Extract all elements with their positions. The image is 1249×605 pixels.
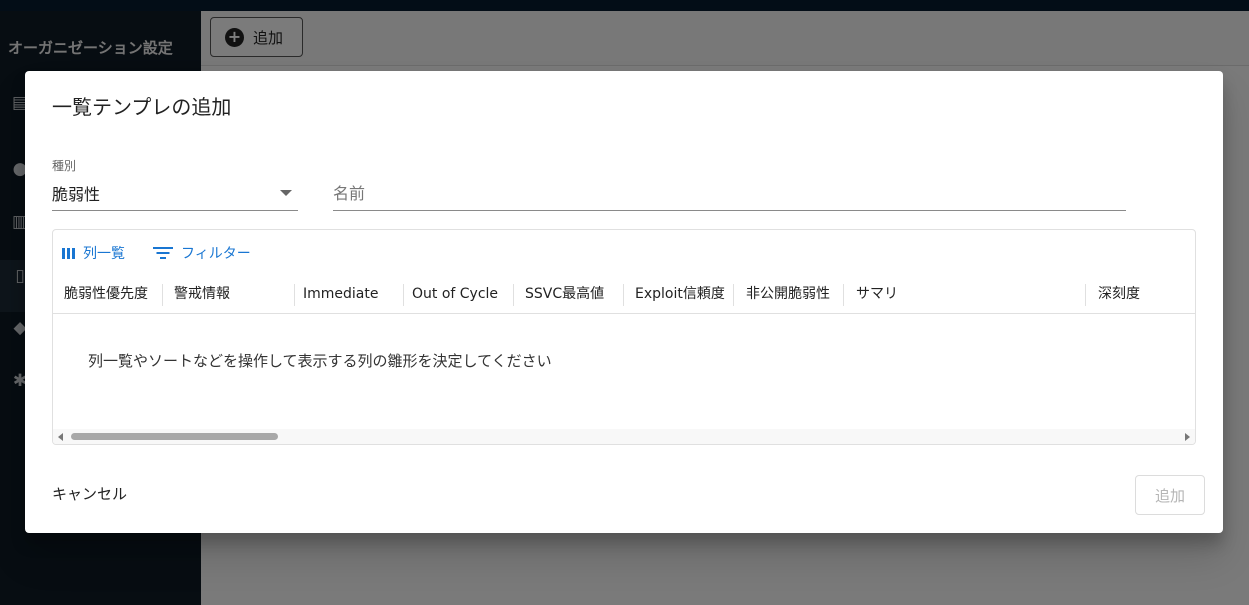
column-separator[interactable] [843, 284, 844, 306]
column-header[interactable]: 深刻度 [1087, 274, 1195, 314]
column-header[interactable]: SSVC最高値 [514, 274, 624, 314]
submit-add-button[interactable]: 追加 [1135, 475, 1205, 515]
column-header[interactable]: Exploit信頼度 [624, 274, 734, 314]
filter-button[interactable]: フィルター [153, 242, 251, 264]
columns-grid: 列一覧 フィルター 脆弱性優先度 警戒情報 Immediate Out of C… [52, 229, 1196, 445]
column-header[interactable]: サマリ [845, 274, 1085, 314]
view-column-icon [62, 247, 75, 259]
columns-button[interactable]: 列一覧 [62, 242, 125, 264]
filter-icon [153, 246, 173, 260]
dialog-title: 一覧テンプレの追加 [52, 95, 232, 119]
filter-button-label: フィルター [181, 246, 251, 262]
column-header[interactable]: 脆弱性優先度 [53, 274, 162, 314]
column-header[interactable]: Immediate [292, 274, 402, 314]
add-list-template-dialog: 一覧テンプレの追加 種別 脆弱性 列一覧 フィルター 脆弱性優先度 警戒情報 I… [25, 71, 1223, 533]
column-separator[interactable] [1085, 284, 1086, 306]
column-header[interactable]: Out of Cycle [401, 274, 511, 314]
column-separator[interactable] [733, 284, 734, 306]
type-select[interactable]: 脆弱性 [52, 173, 298, 211]
column-header[interactable]: 警戒情報 [163, 274, 294, 314]
columns-button-label: 列一覧 [83, 246, 125, 262]
horizontal-scrollbar[interactable] [53, 429, 1195, 444]
column-header[interactable]: 非公開脆弱性 [735, 274, 845, 314]
chevron-down-icon [280, 190, 292, 196]
name-input[interactable] [333, 173, 1126, 211]
type-field-label: 種別 [52, 159, 77, 173]
scroll-left-arrow-icon[interactable] [58, 433, 63, 441]
grid-empty-message: 列一覧やソートなどを操作して表示する列の雛形を決定してください [88, 352, 552, 370]
grid-header-row: 脆弱性優先度 警戒情報 Immediate Out of Cycle SSVC最… [53, 274, 1195, 314]
cancel-button[interactable]: キャンセル [52, 483, 127, 504]
type-select-value: 脆弱性 [52, 185, 101, 204]
scroll-right-arrow-icon[interactable] [1185, 433, 1190, 441]
scrollbar-thumb[interactable] [71, 433, 278, 440]
grid-toolbar: 列一覧 フィルター [53, 230, 1195, 274]
